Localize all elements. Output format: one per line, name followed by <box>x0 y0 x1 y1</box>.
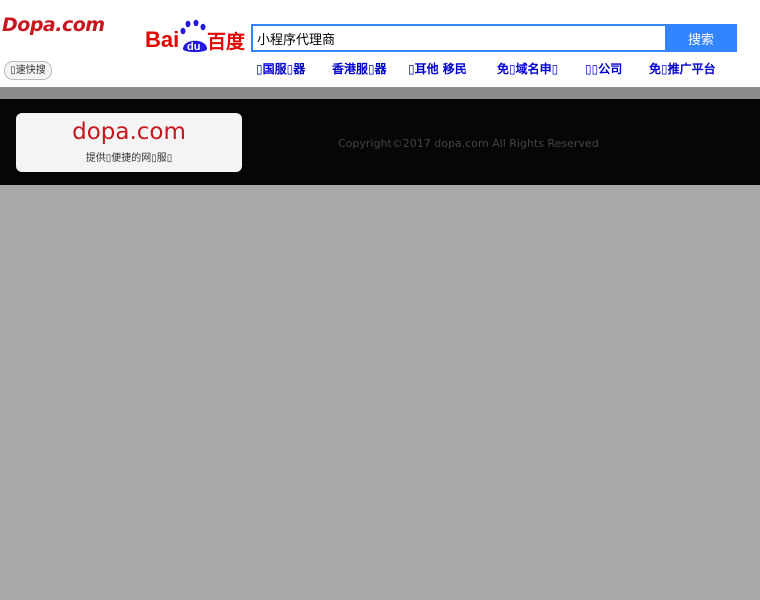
baidu-logo[interactable]: Bai du 百度 <box>145 18 247 54</box>
nav-link-2[interactable]: 香港服▯器 <box>332 60 387 77</box>
baidu-logo-cn: 百度 <box>207 30 246 53</box>
nav-link-4[interactable]: 免▯域名申▯ <box>497 60 558 77</box>
empty-content-area <box>0 185 760 600</box>
footer-brand-subtitle: 提供▯便捷的网▯服▯ <box>85 153 173 164</box>
site-logo[interactable]: Dopa.com <box>2 14 105 36</box>
baidu-logo-du: du <box>187 41 200 53</box>
nav-link-6[interactable]: 免▯推广平台 <box>649 60 716 77</box>
nav-link-3[interactable]: ▯耳他 移民 <box>408 60 467 77</box>
footer: dopa.com 提供▯便捷的网▯服▯ Copyright©2017 dopa.… <box>0 99 760 185</box>
header-divider <box>0 87 760 99</box>
nav-link-5[interactable]: ▯▯公司 <box>585 60 622 77</box>
footer-brand-title: dopa.com <box>72 119 186 145</box>
quick-search-button[interactable]: ▯速快搜 <box>4 61 52 80</box>
top-header: Dopa.com ▯速快搜 Bai du 百度 搜索 ▯国服▯器 香港服▯器 ▯… <box>0 0 760 87</box>
copyright-text: Copyright©2017 dopa.com All Rights Reser… <box>338 137 599 150</box>
nav-link-1[interactable]: ▯国服▯器 <box>256 60 305 77</box>
footer-brand-card[interactable]: dopa.com 提供▯便捷的网▯服▯ <box>16 113 242 172</box>
search-input[interactable] <box>251 24 665 52</box>
search-button[interactable]: 搜索 <box>665 24 737 52</box>
baidu-logo-bai: Bai <box>145 27 179 52</box>
